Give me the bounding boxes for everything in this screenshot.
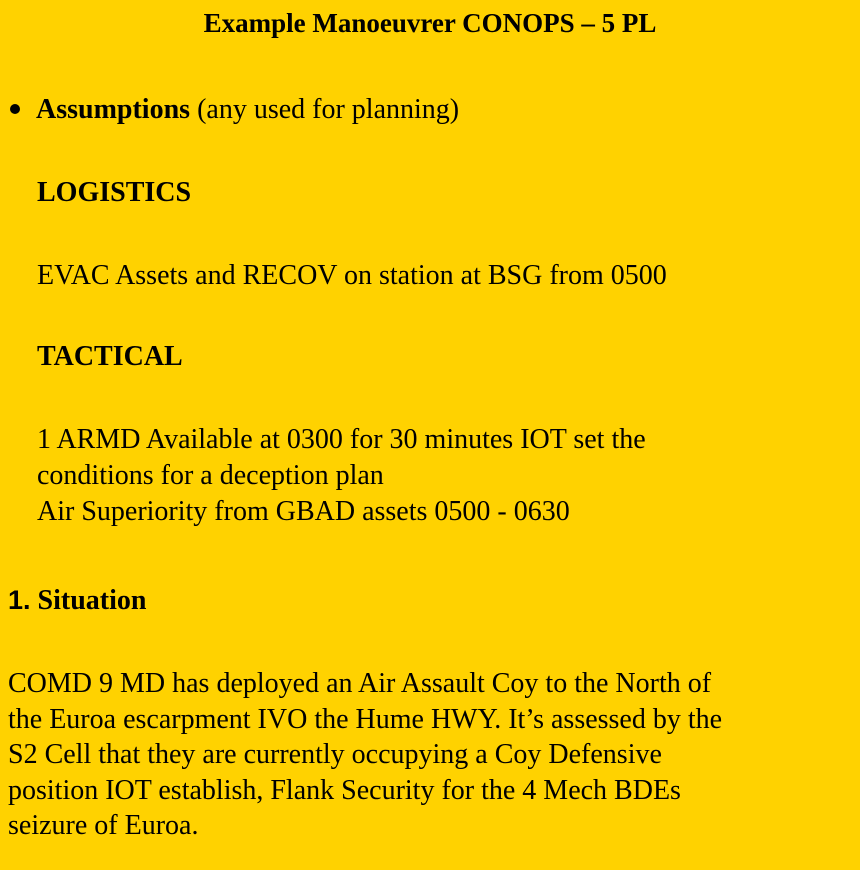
bullet-icon — [10, 103, 20, 114]
section-number: 1. — [8, 585, 31, 615]
tactical-heading: TACTICAL — [37, 341, 183, 372]
situation-heading: 1. Situation — [8, 582, 146, 619]
assumptions-note: (any used for planning) — [197, 94, 460, 125]
document-title: Example Manoeuvrer CONOPS – 5 PL — [203, 8, 657, 38]
assumptions-bullet: Assumptions (any used for planning) — [10, 92, 459, 128]
paragraph-line: COMD 9 MD has deployed an Air Assault Co… — [8, 668, 712, 699]
tactical-line: 1 ARMD Available at 0300 for 30 minutes … — [37, 424, 646, 455]
logistics-line: EVAC Assets and RECOV on station at BSG … — [37, 260, 667, 291]
paragraph-line: S2 Cell that they are currently occupyin… — [8, 739, 662, 770]
tactical-line: Air Superiority from GBAD assets 0500 - … — [37, 496, 570, 527]
situation-paragraph: COMD 9 MD has deployed an Air Assault Co… — [8, 666, 722, 844]
logistics-heading: LOGISTICS — [37, 177, 192, 208]
paragraph-line: position IOT establish, Flank Security f… — [8, 774, 681, 806]
paragraph-line: seizure of Euroa. — [8, 810, 199, 841]
tactical-line: conditions for a deception plan — [37, 460, 384, 491]
situation-title: Situation — [37, 585, 147, 616]
assumptions-label: Assumptions — [36, 94, 191, 125]
paragraph-line: the Euroa escarpment IVO the Hume HWY. I… — [8, 703, 723, 735]
